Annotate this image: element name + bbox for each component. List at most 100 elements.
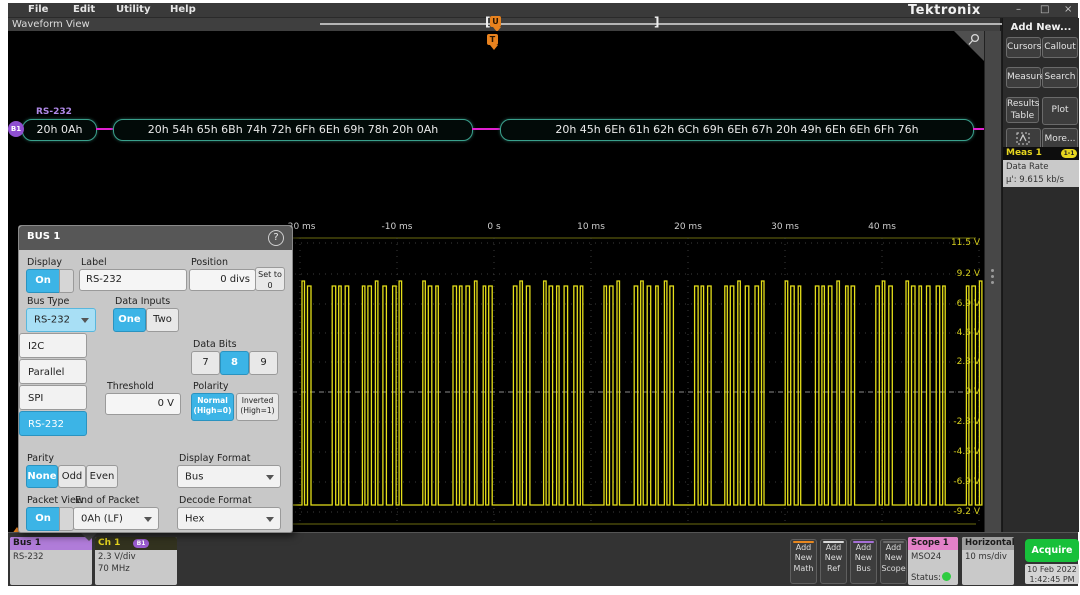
time-tick-label: -10 ms bbox=[375, 222, 419, 232]
add-new-ref-button[interactable]: Add New Ref bbox=[820, 539, 847, 584]
add-new-math-button[interactable]: Add New Math bbox=[790, 539, 817, 584]
measure-button[interactable]: Measure bbox=[1006, 67, 1041, 88]
ch1-badge-header: Ch 1 B1 bbox=[95, 537, 177, 550]
data-bits-7-button[interactable]: 7 bbox=[191, 351, 220, 375]
polarity-label: Polarity bbox=[193, 381, 229, 392]
threshold-label: Threshold bbox=[107, 381, 154, 392]
time-text: 1:42:45 PM bbox=[1025, 575, 1079, 585]
voltage-tick-label: 6.9 V bbox=[938, 299, 980, 309]
horizontal-badge[interactable]: Horizontal 10 ms/div bbox=[962, 537, 1014, 585]
dialog-title: BUS 1 bbox=[27, 231, 60, 242]
overview-bar[interactable] bbox=[320, 23, 1074, 25]
tektronix-logo: Tektronix bbox=[908, 3, 981, 18]
horizontal-badge-body: 10 ms/div bbox=[962, 550, 1014, 564]
packet-view-toggle[interactable]: On bbox=[26, 507, 72, 529]
callout-button[interactable]: Callout bbox=[1042, 37, 1078, 58]
bus1-badge[interactable]: Bus 1 RS-232 bbox=[10, 537, 92, 585]
menu-utility[interactable]: Utility bbox=[116, 4, 150, 15]
grip-dot-icon bbox=[991, 269, 994, 272]
end-of-packet-dropdown[interactable]: 0Ah (LF) bbox=[73, 507, 159, 530]
add-new-scope-label: Add New Scope bbox=[881, 543, 905, 573]
zoom-bracket-right[interactable]: ] bbox=[654, 15, 659, 29]
math-color-stripe bbox=[793, 541, 814, 543]
meas1-badge-header: Meas 1 1-1 bbox=[1003, 147, 1079, 160]
data-inputs-two-button[interactable]: Two bbox=[146, 308, 179, 332]
time-tick-label: 0 s bbox=[472, 222, 516, 232]
results-table-button[interactable]: Results Table bbox=[1006, 97, 1039, 123]
ch1-badge-title: Ch 1 bbox=[98, 538, 120, 548]
ch1-badge[interactable]: Ch 1 B1 2.3 V/div 70 MHz bbox=[95, 537, 177, 585]
menu-help[interactable]: Help bbox=[170, 4, 196, 15]
decode-format-dropdown[interactable]: Hex bbox=[177, 507, 281, 530]
voltage-tick-label: -4.6 V bbox=[938, 447, 980, 457]
polarity-inverted-button[interactable]: Inverted (High=1) bbox=[236, 393, 279, 421]
parity-odd-button[interactable]: Odd bbox=[58, 465, 86, 488]
plot-button[interactable]: Plot bbox=[1042, 97, 1078, 125]
bus-type-option-i2c[interactable]: I2C bbox=[19, 333, 87, 358]
display-format-dropdown[interactable]: Bus bbox=[177, 465, 281, 488]
display-toggle-on: On bbox=[26, 269, 60, 293]
bus1-config-dialog: BUS 1 ? Display On Label RS-232 Position… bbox=[18, 225, 293, 533]
overview-trigger-marker[interactable]: U bbox=[490, 16, 501, 27]
search-button[interactable]: Search bbox=[1042, 67, 1078, 88]
grip-dot-icon bbox=[991, 275, 994, 278]
meas1-badge-body: Data Rate μ': 9.615 kb/s bbox=[1003, 160, 1079, 187]
acquire-button[interactable]: Acquire bbox=[1025, 539, 1079, 562]
scope1-badge[interactable]: Scope 1 MSO24 Status: bbox=[908, 537, 958, 585]
time-tick-label: 10 ms bbox=[569, 222, 613, 232]
display-label: Display bbox=[27, 257, 62, 268]
menu-edit[interactable]: Edit bbox=[73, 4, 95, 15]
status-ok-icon bbox=[942, 572, 951, 581]
mask-test-icon bbox=[1016, 132, 1031, 146]
ch1-bus-pill: B1 bbox=[133, 539, 149, 548]
minimize-icon[interactable]: – bbox=[1016, 4, 1021, 15]
rs232-waveform bbox=[284, 281, 982, 505]
meas1-name: Meas 1 bbox=[1006, 148, 1042, 158]
close-icon[interactable]: × bbox=[1064, 4, 1072, 15]
add-new-scope-button[interactable]: Add New Scope bbox=[880, 539, 907, 584]
data-bits-8-button[interactable]: 8 bbox=[220, 351, 249, 375]
scope-color-stripe bbox=[883, 541, 904, 543]
horizontal-badge-header: Horizontal bbox=[962, 537, 1014, 550]
maximize-icon[interactable]: □ bbox=[1040, 4, 1049, 15]
tab-waveform-view[interactable]: Waveform View bbox=[12, 19, 90, 30]
menu-file[interactable]: File bbox=[28, 4, 48, 15]
polarity-normal-button[interactable]: Normal (High=0) bbox=[191, 393, 234, 421]
meas1-source-pill: 1-1 bbox=[1061, 149, 1077, 158]
cursors-button[interactable]: Cursors bbox=[1006, 37, 1041, 58]
datetime-display: 10 Feb 2022 1:42:45 PM bbox=[1025, 564, 1079, 584]
end-of-packet-label: End of Packet bbox=[75, 495, 139, 506]
voltage-tick-label: -2.3 V bbox=[938, 417, 980, 427]
bus-type-option-spi[interactable]: SPI bbox=[19, 385, 87, 410]
date-text: 10 Feb 2022 bbox=[1025, 565, 1079, 575]
scale-strip[interactable] bbox=[984, 31, 1001, 532]
bus-source-badge: B1 bbox=[8, 121, 24, 137]
time-tick-label: 30 ms bbox=[763, 222, 807, 232]
parity-even-button[interactable]: Even bbox=[86, 465, 118, 488]
threshold-input[interactable]: 0 V bbox=[105, 393, 181, 415]
bus-type-option-parallel[interactable]: Parallel bbox=[19, 359, 87, 384]
help-icon[interactable]: ? bbox=[268, 230, 284, 246]
meas1-type: Data Rate bbox=[1006, 161, 1076, 174]
dialog-title-bar[interactable]: BUS 1 ? bbox=[19, 226, 292, 250]
voltage-tick-label: 9.2 V bbox=[938, 269, 980, 279]
bus-type-dropdown[interactable]: RS-232 bbox=[26, 308, 96, 332]
meas1-badge[interactable]: Meas 1 1-1 Data Rate μ': 9.615 kb/s bbox=[1003, 147, 1079, 187]
analysis-sidebar: Add New... Cursors Callout Measure Searc… bbox=[1002, 18, 1079, 532]
set-to-zero-button[interactable]: Set to 0 bbox=[255, 267, 285, 291]
label-input[interactable]: RS-232 bbox=[79, 269, 187, 291]
app-window: File Edit Utility Help Tektronix – □ × W… bbox=[8, 3, 1078, 585]
parity-none-button[interactable]: None bbox=[26, 465, 58, 488]
add-new-bus-button[interactable]: Add New Bus bbox=[850, 539, 877, 584]
position-input[interactable]: 0 divs bbox=[189, 269, 256, 291]
data-inputs-one-button[interactable]: One bbox=[113, 308, 146, 332]
packet-view-toggle-knob bbox=[59, 507, 74, 531]
bus1-badge-body: RS-232 bbox=[10, 550, 92, 564]
bus-type-label: Bus Type bbox=[27, 296, 69, 307]
data-bits-9-button[interactable]: 9 bbox=[249, 351, 278, 375]
bus-type-option-rs232[interactable]: RS-232 bbox=[19, 411, 87, 436]
scope1-badge-header: Scope 1 bbox=[908, 537, 958, 550]
scope1-badge-body: MSO24 Status: bbox=[908, 550, 958, 564]
ch1-badge-body: 2.3 V/div 70 MHz bbox=[95, 550, 177, 577]
display-toggle[interactable]: On bbox=[26, 269, 72, 291]
